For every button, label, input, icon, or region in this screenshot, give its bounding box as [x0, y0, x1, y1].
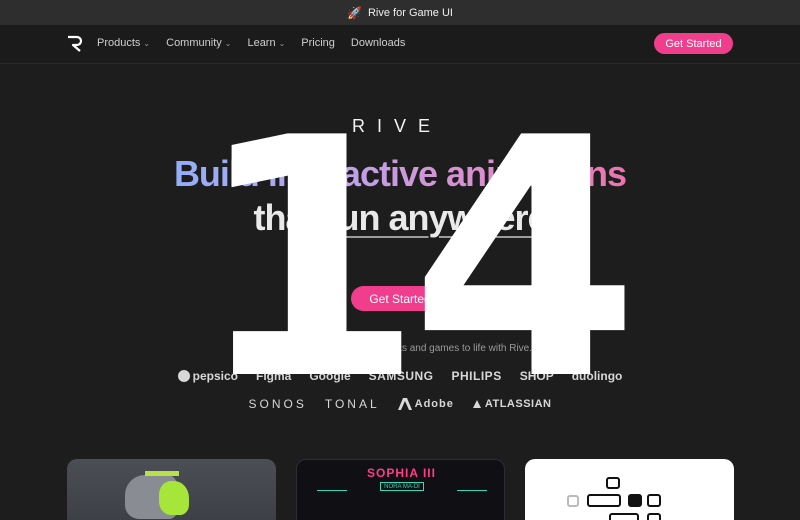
philips-logo: PHILIPS	[452, 369, 502, 383]
brand-label: pepsico	[192, 369, 238, 383]
hud-subtitle: NORA MA-DI	[380, 482, 424, 491]
hash-icon	[628, 494, 642, 507]
google-logo: Google	[309, 369, 350, 383]
atlassian-logo: ATLASSIAN	[472, 398, 552, 410]
showcase-card-game-character[interactable]	[67, 459, 276, 520]
nav-item-label: Learn	[247, 37, 276, 49]
shop-logo: SHOP	[520, 369, 554, 383]
showcase-card-game-hud[interactable]: SOPHIA III NORA MA-DI	[296, 459, 505, 520]
brand-label: SONOS	[248, 397, 307, 411]
figma-logo: Figma	[256, 369, 291, 383]
nav-item-label: Products	[97, 37, 141, 49]
adobe-logo: Adobe	[397, 398, 454, 410]
sonos-logo: SONOS	[248, 397, 306, 411]
rive-wordmark: RIVE	[352, 116, 443, 136]
brand-label: Adobe	[414, 398, 454, 410]
trust-text: Companies bring their products and games…	[267, 343, 533, 354]
showcase-cards: SOPHIA III NORA MA-DI	[67, 459, 734, 520]
customer-logos-row1: pepsico Figma Google SAMSUNG PHILIPS SHO…	[0, 369, 800, 383]
check-icon	[647, 494, 661, 507]
nav-item-downloads[interactable]: Downloads	[351, 37, 405, 49]
hud-line-right	[457, 490, 487, 491]
duolingo-logo: duolingo	[572, 369, 623, 383]
nav-item-learn[interactable]: Learn ⌄	[247, 37, 285, 49]
nav-menu: Products ⌄ Community ⌄ Learn ⌄ Pricing D…	[97, 37, 405, 49]
atlassian-icon	[472, 400, 481, 408]
nav-item-label: Downloads	[350, 37, 406, 49]
chevron-down-icon: ⌄	[278, 38, 286, 48]
brand-label: Google	[309, 369, 351, 383]
hero-headline-line1: Build interactive animations	[100, 153, 700, 195]
input-pill-icon	[587, 494, 621, 507]
brand-label: SAMSUNG	[368, 369, 434, 383]
promo-text: Rive for Game UI	[367, 6, 453, 19]
get-started-button-hero[interactable]: Get Started	[351, 286, 449, 311]
promo-banner[interactable]: 🚀 Rive for Game UI	[0, 0, 800, 25]
toggle-icon	[609, 513, 639, 520]
rocket-icon: 🚀	[347, 5, 362, 20]
top-navigation: Products ⌄ Community ⌄ Learn ⌄ Pricing D…	[0, 25, 800, 64]
brand-label: PHILIPS	[451, 369, 502, 383]
get-started-button-nav[interactable]: Get Started	[654, 33, 733, 54]
headline-prefix: that	[253, 197, 325, 238]
rive-logo-icon[interactable]	[66, 35, 84, 53]
hud-line-left	[317, 490, 347, 491]
customer-logos-row2: SONOS TONAL Adobe ATLASSIAN	[0, 397, 800, 411]
tonal-logo: TONAL	[325, 397, 380, 411]
nav-item-products[interactable]: Products ⌄	[97, 37, 150, 49]
headline-underlined: run anywhere	[324, 197, 547, 238]
hero-headline-line2: that run anywhere	[100, 197, 700, 239]
pepsico-logo: pepsico	[177, 369, 238, 383]
nav-item-community[interactable]: Community ⌄	[166, 37, 231, 49]
brand-label: TONAL	[324, 397, 380, 411]
brand-label: ATLASSIAN	[484, 398, 552, 410]
samsung-logo: SAMSUNG	[369, 369, 434, 383]
health-bar	[145, 471, 179, 476]
brand-label: Figma	[255, 369, 292, 383]
showcase-card-ui-icons[interactable]	[525, 459, 734, 520]
chevron-down-icon: ⌄	[143, 38, 151, 48]
pepsi-icon	[177, 370, 190, 382]
adobe-icon	[397, 398, 412, 410]
character-glow	[159, 481, 189, 515]
nav-item-label: Community	[166, 37, 222, 49]
brand-label: SHOP	[519, 369, 554, 383]
brand-label: duolingo	[571, 369, 623, 383]
checkbox-icon	[567, 495, 579, 507]
hud-title: SOPHIA III	[367, 466, 436, 480]
chevron-down-icon: ⌄	[224, 38, 232, 48]
nav-item-pricing[interactable]: Pricing	[301, 37, 335, 49]
hourglass-icon	[606, 477, 620, 489]
lock-icon	[647, 513, 661, 520]
nav-item-label: Pricing	[301, 37, 335, 49]
